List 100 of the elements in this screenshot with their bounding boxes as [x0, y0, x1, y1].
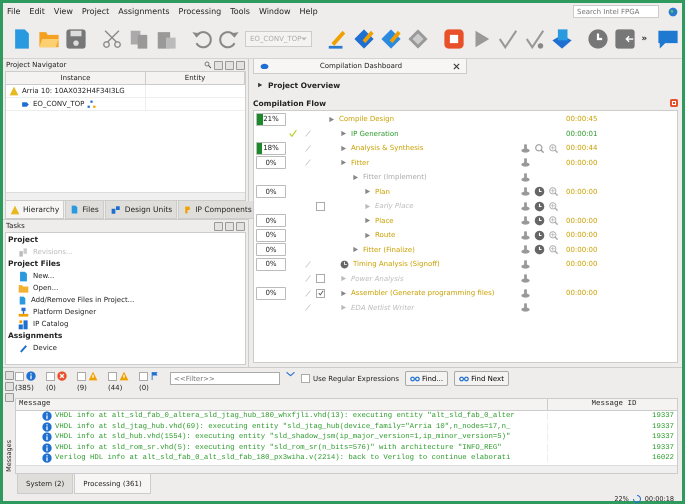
checkbox[interactable]: [15, 372, 24, 380]
menu-item[interactable]: Tools: [230, 6, 250, 17]
menu-item[interactable]: Window: [258, 6, 291, 17]
undo-icon[interactable]: [191, 28, 213, 50]
clock-icon: [534, 186, 545, 198]
document-icon: [18, 294, 27, 306]
pin-button[interactable]: [214, 222, 223, 230]
revisions-icon: [18, 246, 29, 258]
pencil-icon: [18, 342, 29, 354]
cut-icon[interactable]: [101, 28, 123, 50]
search-icon: [204, 60, 212, 68]
document-icon: [18, 270, 29, 282]
report-icon: [520, 302, 531, 314]
checkbox[interactable]: [77, 372, 86, 380]
more-button[interactable]: »: [641, 34, 648, 44]
magnifier-icon: [548, 244, 559, 256]
globe-icon: [668, 6, 678, 16]
stop-icon[interactable]: [670, 99, 678, 107]
network-icon: [18, 306, 29, 318]
magnifier-icon: [548, 142, 559, 154]
report-icon: [520, 157, 531, 168]
stop-icon[interactable]: [443, 28, 466, 50]
pin-button[interactable]: [4, 393, 14, 402]
diamond-icon[interactable]: [407, 28, 430, 50]
report-icon: [520, 142, 531, 154]
dropdown-caret-icon: [301, 37, 308, 41]
copy-icon[interactable]: [128, 28, 150, 50]
menu-item[interactable]: Assignments: [118, 6, 170, 17]
checkbox[interactable]: [108, 372, 117, 380]
warning-icon: [88, 371, 98, 381]
chat-icon[interactable]: [657, 28, 680, 50]
report-icon: [520, 288, 531, 299]
document-icon: [70, 204, 80, 215]
info-icon: [42, 442, 52, 453]
info-icon: [42, 422, 52, 432]
binoculars-icon: [459, 376, 470, 382]
report-icon: [520, 258, 531, 270]
check-flow-icon[interactable]: [524, 28, 546, 50]
checkbox[interactable]: [316, 288, 325, 298]
cloud-icon: [260, 63, 269, 69]
report-icon: [520, 244, 531, 256]
dropdown-caret-icon: [286, 371, 295, 377]
compile-icon[interactable]: [353, 28, 376, 50]
check-flow-icon[interactable]: [497, 28, 520, 50]
magnifier-icon: [548, 186, 559, 198]
catalog-icon: [18, 318, 29, 330]
checkbox[interactable]: [301, 374, 310, 383]
close-button[interactable]: [4, 371, 14, 380]
menu-item[interactable]: Project: [82, 6, 110, 17]
menu-item[interactable]: Help: [300, 6, 318, 17]
report-icon: [520, 186, 531, 198]
info-icon: [42, 432, 52, 442]
float-button[interactable]: [4, 382, 14, 391]
info-icon: [42, 453, 52, 464]
close-button[interactable]: [236, 60, 245, 70]
flag-icon: [150, 371, 159, 381]
menu-item[interactable]: View: [54, 6, 73, 17]
magnifier-icon: [548, 200, 559, 212]
hierarchy-icon: [87, 100, 96, 108]
download-icon[interactable]: [551, 28, 574, 50]
menu-item[interactable]: File: [7, 6, 20, 17]
report-icon: [520, 230, 531, 241]
expand-arrow-icon: [257, 82, 263, 88]
compile-icon[interactable]: [380, 28, 402, 50]
report-icon: [520, 215, 531, 226]
check-icon: [288, 129, 298, 138]
close-button[interactable]: [236, 222, 245, 230]
tick-icon: [318, 290, 324, 296]
scrollbar[interactable]: [6, 192, 245, 200]
clock-icon: [534, 230, 545, 241]
clock-icon: [534, 215, 545, 226]
pin-button[interactable]: [214, 60, 223, 70]
report-icon: [520, 172, 531, 183]
scrollbar[interactable]: [16, 465, 677, 473]
folder-icon: [18, 282, 29, 294]
checkbox[interactable]: [139, 372, 148, 380]
clock-icon: [534, 200, 545, 212]
binoculars-icon: [410, 376, 420, 382]
zoom-icon: [534, 142, 545, 154]
checkbox[interactable]: [46, 372, 55, 380]
report-icon: [520, 273, 531, 284]
redo-icon[interactable]: [218, 28, 240, 50]
error-icon: [57, 371, 67, 381]
menu-item[interactable]: Edit: [29, 6, 45, 17]
ip-icon: [183, 204, 192, 214]
float-button[interactable]: [225, 60, 234, 70]
magnifier-icon: [548, 215, 559, 226]
report-icon: [520, 200, 531, 212]
clock-icon[interactable]: [587, 28, 610, 50]
blocks-icon: [110, 204, 122, 214]
menu-item[interactable]: Processing: [178, 6, 222, 17]
float-button[interactable]: [225, 222, 234, 230]
exit-icon[interactable]: [614, 28, 636, 50]
magnifier-icon: [548, 230, 559, 241]
save-icon[interactable]: [65, 28, 87, 50]
chip-icon: [21, 100, 30, 108]
warning-icon: [10, 204, 20, 214]
info-icon: [26, 371, 36, 381]
timing-icon: [340, 260, 349, 269]
spinner-icon: [632, 495, 641, 503]
